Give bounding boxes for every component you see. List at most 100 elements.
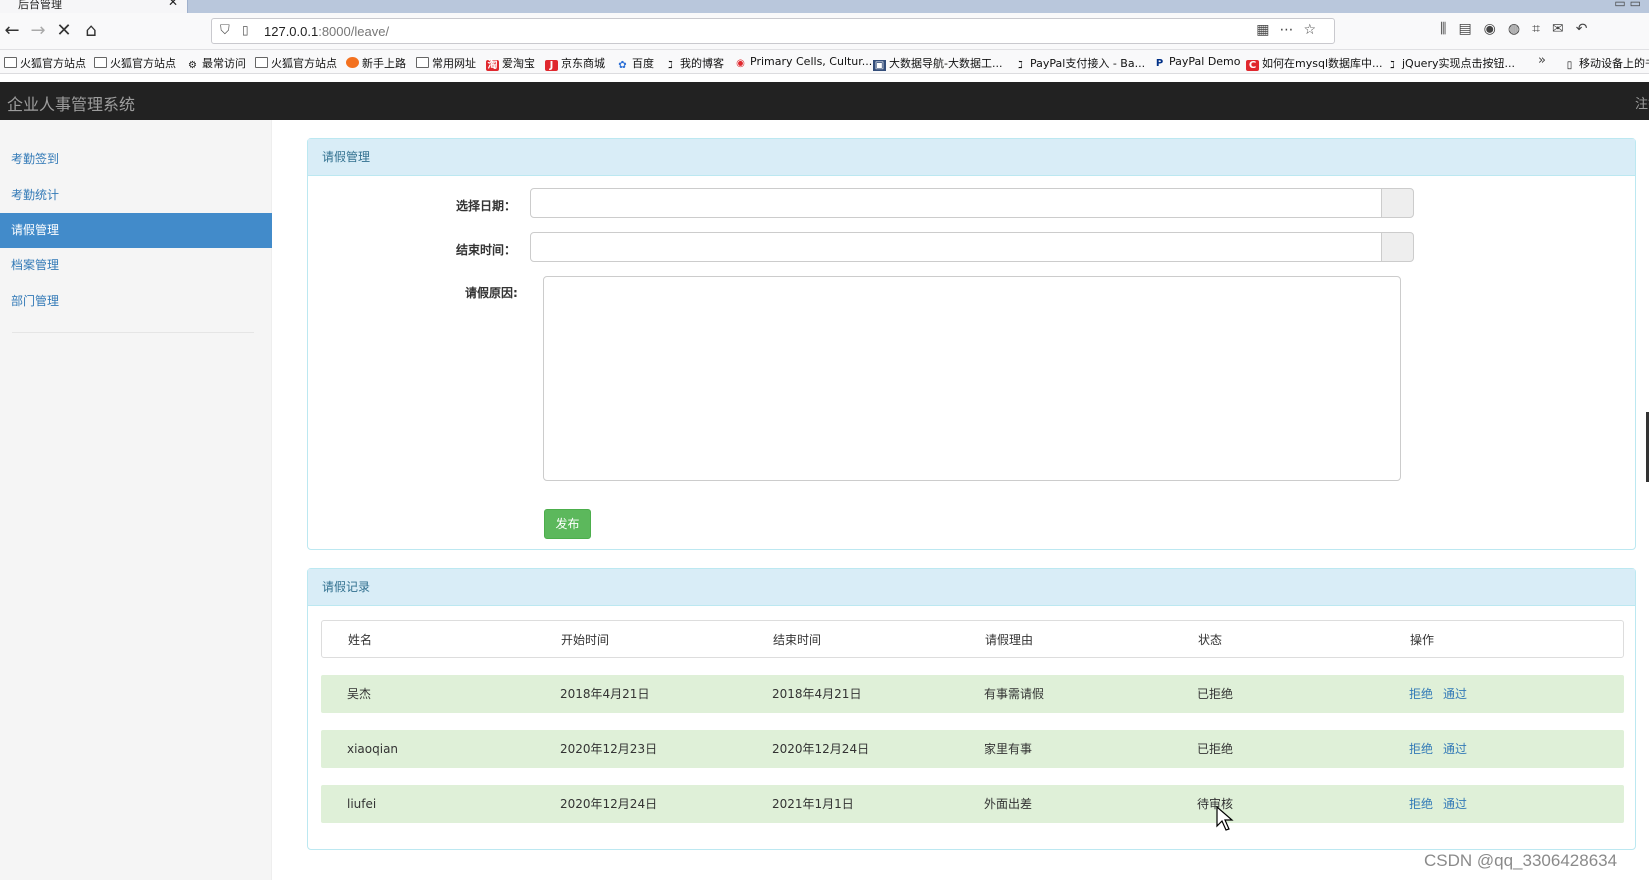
browser-tab[interactable]: 后台管理 ✕	[0, 0, 188, 13]
browser-navbar: ← → ✕ ⌂ ⛉ ▯ 127.0.0.1:8000/leave/ ▦⋯☆ ⫼▤…	[0, 13, 1649, 50]
bookmark-item[interactable]: ▣ 大数据导航-大数据工...	[873, 55, 1002, 71]
app-title[interactable]: 企业人事管理系统	[7, 91, 135, 115]
bookmark-item[interactable]: ℷ PayPal支付接入 - Ba...	[1014, 55, 1145, 71]
bookmark-item[interactable]: 火狐官方站点	[255, 55, 337, 71]
sidebar-item-leave-management[interactable]: 请假管理	[0, 213, 272, 248]
baidu-paw-icon: ✿	[618, 60, 627, 71]
link-icon: ℷ	[668, 60, 673, 71]
leave-form-panel: 请假管理 选择日期： 结束时间： 请假原因: 发布	[307, 138, 1636, 550]
folder-icon	[416, 57, 429, 68]
calendar-icon[interactable]	[1381, 188, 1414, 218]
paypal-icon: P	[1155, 58, 1164, 69]
reject-link[interactable]: 拒绝	[1409, 797, 1433, 811]
bookmark-item[interactable]: ◉ Primary Cells, Cultur...	[734, 55, 872, 69]
bookmark-item[interactable]: P PayPal Demo	[1153, 55, 1241, 69]
bookmark-item[interactable]: 新手上路	[346, 55, 406, 71]
approve-link[interactable]: 通过	[1443, 742, 1467, 756]
page-icon: ▯	[242, 23, 249, 37]
cell-start: 2020年12月23日	[560, 742, 658, 756]
table-row: xiaoqian 2020年12月23日 2020年12月24日 家里有事 已拒…	[321, 730, 1624, 768]
end-date-label: 结束时间：	[456, 243, 517, 257]
start-date-group	[530, 188, 1414, 218]
cell-name: xiaoqian	[347, 742, 399, 756]
bookmarks-toolbar: 火狐官方站点 火狐官方站点 ⚙ 最常访问 火狐官方站点 新手上路 常用网址 淘爱淘…	[0, 50, 1649, 74]
url-text[interactable]: 127.0.0.1:8000/leave/	[264, 24, 389, 39]
csdn-icon: C	[1246, 60, 1259, 71]
back-icon[interactable]: ←	[0, 19, 24, 43]
bookmark-item[interactable]: C 如何在mysql数据库中...	[1246, 55, 1382, 71]
mobile-icon: ▯	[1566, 60, 1573, 71]
stop-icon[interactable]: ✕	[52, 19, 76, 43]
approve-link[interactable]: 通过	[1443, 797, 1467, 811]
sidebar-divider	[12, 332, 254, 333]
browser-tab-strip: 后台管理 ✕ ▭▭	[0, 0, 1649, 13]
bookmark-item[interactable]: ▯ 移动设备上的书	[1563, 55, 1649, 71]
cell-status: 已拒绝	[1197, 687, 1234, 701]
cell-reason: 有事需请假	[984, 687, 1045, 701]
cell-name: liufei	[347, 797, 377, 811]
bookmark-item[interactable]: ℷ 我的博客	[664, 55, 724, 71]
folder-icon	[4, 57, 17, 68]
sidebar-item-attendance-stats[interactable]: 考勤统计	[0, 178, 272, 213]
url-actions-icon[interactable]: ▦⋯☆	[1256, 22, 1326, 38]
gear-icon: ⚙	[188, 60, 197, 71]
cell-actions: 拒绝 通过	[1409, 675, 1477, 713]
bookmark-item[interactable]: ✿ 百度	[616, 55, 654, 71]
watermark: CSDN @qq_3306428634	[1424, 851, 1618, 870]
cell-status: 已拒绝	[1197, 742, 1234, 756]
cell-start: 2018年4月21日	[560, 687, 650, 701]
table-row: liufei 2020年12月24日 2021年1月1日 外面出差 待审核 拒绝…	[321, 785, 1624, 823]
approve-link[interactable]: 通过	[1443, 687, 1467, 701]
cell-name: 吴杰	[347, 687, 372, 701]
cell-reason: 外面出差	[984, 797, 1033, 811]
column-header-start: 开始时间	[561, 633, 610, 647]
chevron-overflow-icon[interactable]: »	[1538, 53, 1546, 68]
bookmark-item[interactable]: ⚙ 最常访问	[186, 55, 246, 71]
close-tab-icon[interactable]: ✕	[168, 0, 178, 9]
column-header-name: 姓名	[348, 633, 373, 647]
start-date-input[interactable]	[530, 188, 1382, 218]
toolbar-icons[interactable]: ⫼▤◉◍⌗✉↶	[1440, 21, 1599, 37]
bookmark-item[interactable]: ℷ jQuery实现点击按钮...	[1386, 55, 1515, 71]
window-controls-icon[interactable]: ▭▭	[1614, 0, 1645, 10]
table-row: 吴杰 2018年4月21日 2018年4月21日 有事需请假 已拒绝 拒绝 通过	[321, 675, 1624, 713]
cell-reason: 家里有事	[984, 742, 1033, 756]
end-date-group	[530, 232, 1414, 262]
taobao-icon: 淘	[486, 60, 499, 71]
column-header-actions: 操作	[1410, 633, 1435, 647]
sidebar-item-attendance-checkin[interactable]: 考勤签到	[0, 142, 272, 177]
link-icon: ℷ	[1018, 60, 1023, 71]
end-date-input[interactable]	[530, 232, 1382, 262]
column-header-reason: 请假理由	[985, 633, 1034, 647]
url-host: 127.0.0.1	[264, 24, 319, 39]
publish-button[interactable]: 发布	[544, 509, 591, 539]
folder-icon	[255, 57, 268, 68]
bookmark-item[interactable]: J 京东商城	[545, 55, 605, 71]
shield-icon: ⛉	[220, 23, 230, 38]
reject-link[interactable]: 拒绝	[1409, 742, 1433, 756]
bookmark-item[interactable]: 淘爱淘宝	[486, 55, 535, 71]
leave-records-panel: 请假记录 姓名 开始时间 结束时间 请假理由 状态 操作 吴杰 2018年4月2…	[307, 568, 1636, 850]
cell-actions: 拒绝 通过	[1409, 730, 1477, 768]
calendar-icon[interactable]	[1381, 232, 1414, 262]
bookmark-item[interactable]: 常用网址	[416, 55, 476, 71]
leave-form-heading: 请假管理	[308, 139, 1635, 176]
link-icon: ℷ	[1390, 60, 1395, 71]
reason-textarea[interactable]	[543, 276, 1401, 481]
bookmark-item[interactable]: 火狐官方站点	[4, 55, 86, 71]
jd-icon: J	[545, 60, 558, 71]
home-icon[interactable]: ⌂	[79, 19, 103, 43]
leave-records-heading: 请假记录	[308, 569, 1635, 606]
reason-label: 请假原因:	[465, 286, 518, 300]
cell-start: 2020年12月24日	[560, 797, 658, 811]
mouse-cursor-icon	[1216, 806, 1234, 831]
sidebar-item-departments[interactable]: 部门管理	[0, 284, 272, 319]
sidebar-item-archives[interactable]: 档案管理	[0, 248, 272, 283]
reject-link[interactable]: 拒绝	[1409, 687, 1433, 701]
logout-link[interactable]: 注销	[1635, 93, 1649, 112]
app-header: 企业人事管理系统 注销	[0, 82, 1649, 120]
forward-icon[interactable]: →	[26, 19, 50, 43]
url-bar[interactable]: ⛉ ▯ 127.0.0.1:8000/leave/ ▦⋯☆	[211, 18, 1335, 44]
bookmark-item[interactable]: 火狐官方站点	[94, 55, 176, 71]
firefox-icon	[346, 57, 359, 68]
